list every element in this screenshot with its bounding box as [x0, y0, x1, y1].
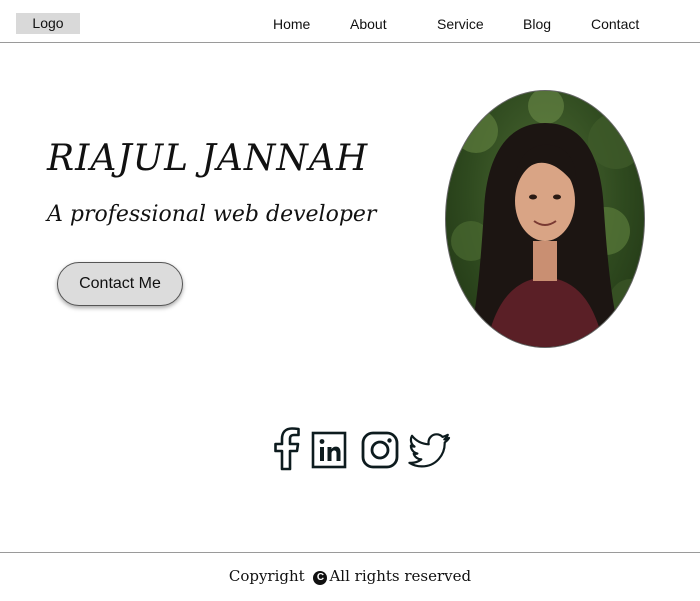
copyright-text: Copyright C All rights reserved [0, 567, 700, 585]
logo[interactable]: Logo [16, 13, 80, 34]
nav-link-service[interactable]: Service [437, 16, 484, 32]
hero-name: RIAJUL JANNAH [47, 138, 369, 179]
copyright-icon: C [313, 571, 328, 585]
copyright-suffix: All rights reserved [329, 567, 472, 585]
profile-photo-illustration [451, 91, 644, 347]
linkedin-icon[interactable] [311, 430, 347, 470]
facebook-icon[interactable] [270, 427, 304, 471]
navbar: Logo Home About Service Blog Contact [0, 0, 700, 43]
nav-link-contact[interactable]: Contact [591, 16, 639, 32]
nav-link-home[interactable]: Home [273, 16, 310, 32]
instagram-icon[interactable] [361, 430, 399, 470]
profile-photo [445, 90, 645, 348]
footer: Copyright C All rights reserved [0, 552, 700, 601]
nav-link-about[interactable]: About [350, 16, 387, 32]
nav-link-blog[interactable]: Blog [523, 16, 551, 32]
contact-me-button[interactable]: Contact Me [57, 262, 183, 306]
twitter-icon[interactable] [408, 432, 452, 470]
copyright-prefix: Copyright [228, 567, 305, 585]
hero-tagline: A professional web developer [47, 202, 377, 227]
social-links [270, 427, 455, 473]
